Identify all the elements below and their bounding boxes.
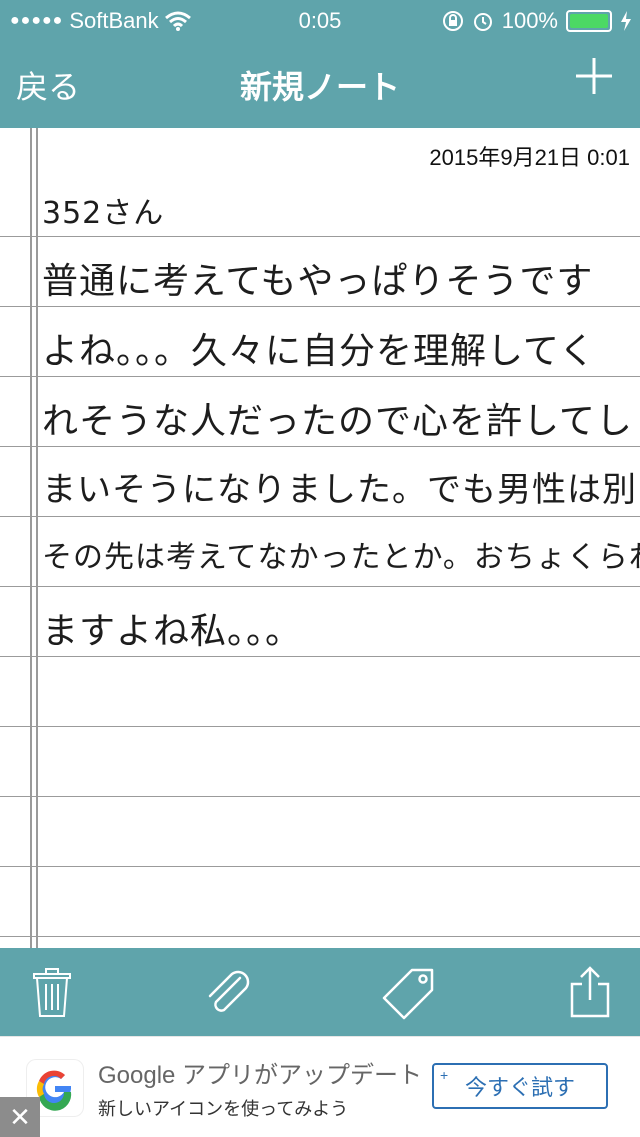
page-title: 新規ノート (239, 69, 400, 105)
ruled-line (0, 306, 640, 307)
note-line: ますよね私。。。 (42, 611, 303, 652)
note-line: よね。。。久々に自分を理解してく (42, 331, 596, 372)
note-line: その先は考えてなかったとか。おちょくられて (42, 540, 640, 575)
try-now-label: 今すぐ試す (464, 1075, 575, 1100)
share-icon[interactable] (562, 964, 618, 1020)
ad-subtitle: 新しいアイコンを使ってみよう (98, 1099, 349, 1119)
tag-icon[interactable] (382, 964, 438, 1020)
ruled-line (0, 236, 640, 237)
rotation-lock-icon (442, 11, 463, 31)
note-paper[interactable]: 2015年9月21日 0:01 352さん 普通に考えてもやっぱりそうです よね… (0, 128, 640, 948)
alarm-icon (473, 13, 492, 31)
margin-line (30, 128, 32, 948)
navigation-bar: 戻る 新規ノート (0, 40, 640, 128)
ruled-line (0, 656, 640, 657)
note-line: 普通に考えてもやっぱりそうです (42, 261, 594, 302)
ruled-line (0, 586, 640, 587)
ruled-line (0, 376, 640, 377)
status-bar: ●●●●● SoftBank 0:05 100% (0, 0, 640, 40)
note-line: れそうな人だったので心を許してし (42, 401, 633, 442)
battery-percent: 100% (501, 8, 558, 33)
trash-icon[interactable] (24, 964, 80, 1020)
ruled-line (0, 516, 640, 517)
plus-icon: + (440, 1067, 449, 1083)
ad-title: Google アプリがアップデート (98, 1062, 423, 1089)
note-date: 2015年9月21日 0:01 (429, 145, 630, 170)
try-now-button[interactable]: + 今すぐ試す (432, 1063, 608, 1109)
battery-icon (566, 10, 612, 32)
ruled-line (0, 796, 640, 797)
ruled-line (0, 936, 640, 937)
margin-line (36, 128, 38, 948)
plus-icon[interactable] (574, 56, 614, 96)
paperclip-icon[interactable] (200, 964, 256, 1020)
ad-banner[interactable]: Google アプリがアップデート 新しいアイコンを使ってみよう + 今すぐ試す… (0, 1036, 640, 1137)
ruled-line (0, 726, 640, 727)
ruled-line (0, 446, 640, 447)
note-line: 352さん (42, 196, 165, 231)
charging-bolt-icon (621, 11, 631, 31)
note-line: まいそうになりました。でも男性は別に (42, 470, 640, 510)
ruled-line (0, 866, 640, 867)
app-header: ●●●●● SoftBank 0:05 100% 戻る 新規ノート (0, 0, 640, 128)
bottom-toolbar (0, 948, 640, 1036)
close-icon[interactable]: ✕ (0, 1097, 40, 1137)
